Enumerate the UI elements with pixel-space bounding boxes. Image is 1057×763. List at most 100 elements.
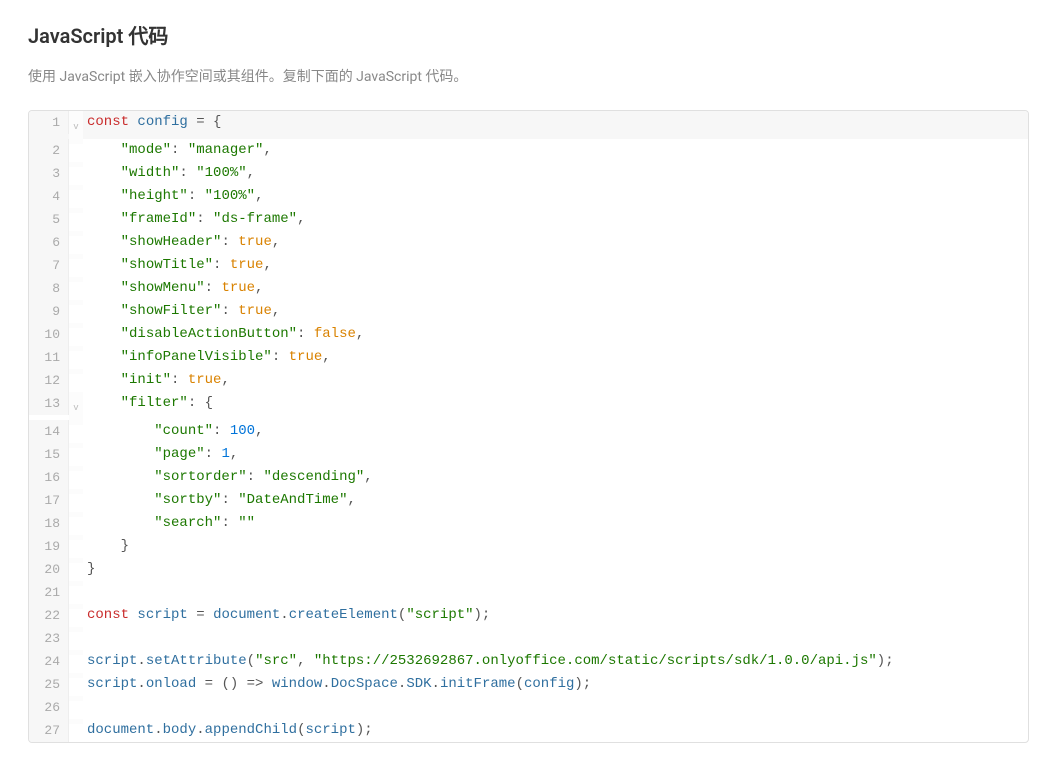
fold-marker[interactable]: v [69,392,83,420]
fold-marker [69,162,83,167]
token-str: "src" [255,653,297,669]
code-line: 27document.body.appendChild(script); [29,719,1028,742]
token-punc: , [297,211,305,227]
token-punc [87,469,154,485]
code-content: "count": 100, [83,420,1028,443]
token-punc: , [263,142,271,158]
code-content: script.onload = () => window.DocSpace.SD… [83,673,1028,696]
token-punc: : [196,211,213,227]
code-line: 18 "search": "" [29,512,1028,535]
code-content: "infoPanelVisible": true, [83,346,1028,369]
token-str: "showMenu" [121,280,205,296]
code-line: 22const script = document.createElement(… [29,604,1028,627]
token-var: body [163,722,197,738]
token-str: "manager" [188,142,264,158]
token-kw: const [87,114,129,130]
token-punc: : [297,326,314,342]
fold-marker [69,581,83,586]
code-content: } [83,558,1028,581]
code-content: script.setAttribute("src", "https://2532… [83,650,1028,673]
token-punc: , [322,349,330,365]
code-content: const script = document.createElement("s… [83,604,1028,627]
token-punc: . [432,676,440,692]
line-number: 19 [29,535,69,558]
token-str: "sortorder" [154,469,246,485]
token-str: "disableActionButton" [121,326,297,342]
code-line: 23 [29,627,1028,650]
line-number: 17 [29,489,69,512]
token-str: "descending" [263,469,364,485]
line-number: 8 [29,277,69,300]
token-punc: : [213,257,230,273]
code-content: "page": 1, [83,443,1028,466]
token-punc: . [154,722,162,738]
fold-marker [69,489,83,494]
token-punc [87,326,121,342]
code-content: "showTitle": true, [83,254,1028,277]
token-var: script [87,653,137,669]
page-description: 使用 JavaScript 嵌入协作空间或其组件。复制下面的 JavaScrip… [28,67,1029,88]
fold-marker [69,696,83,701]
fold-marker[interactable]: v [69,111,83,139]
line-number: 14 [29,420,69,443]
token-bool: true [230,257,264,273]
fold-marker [69,558,83,563]
token-str: "search" [154,515,221,531]
token-punc: , [297,653,314,669]
token-punc: ( [247,653,255,669]
token-punc: : [179,165,196,181]
fold-marker [69,300,83,305]
token-punc: , [347,492,355,508]
token-str: "sortby" [154,492,221,508]
token-punc: : [247,469,264,485]
fold-marker [69,650,83,655]
code-line: 4 "height": "100%", [29,185,1028,208]
fold-marker [69,277,83,282]
token-bool: true [221,280,255,296]
token-punc: . [137,653,145,669]
fold-marker [69,185,83,190]
line-number: 4 [29,185,69,208]
token-str: "showFilter" [121,303,222,319]
line-number: 21 [29,581,69,604]
token-punc: , [221,372,229,388]
token-func: appendChild [205,722,297,738]
token-var: onload [146,676,196,692]
code-line: 24script.setAttribute("src", "https://25… [29,650,1028,673]
token-str: "https://2532692867.onlyoffice.com/stati… [314,653,877,669]
code-line: 26 [29,696,1028,719]
fold-marker [69,346,83,351]
token-punc: ); [356,722,373,738]
code-line: 5 "frameId": "ds-frame", [29,208,1028,231]
token-func: initFrame [440,676,516,692]
code-line: 19 } [29,535,1028,558]
code-content: "mode": "manager", [83,139,1028,162]
token-num: 1 [221,446,229,462]
token-punc: , [255,188,263,204]
code-content: "frameId": "ds-frame", [83,208,1028,231]
token-punc [87,395,121,411]
token-func: setAttribute [146,653,247,669]
line-number: 18 [29,512,69,535]
token-punc: , [230,446,238,462]
line-number: 20 [29,558,69,581]
token-punc: : [221,303,238,319]
line-number: 1 [29,111,69,134]
token-punc: } [87,561,95,577]
code-block[interactable]: 1vconst config = {2 "mode": "manager",3 … [28,110,1029,743]
token-str: "showHeader" [121,234,222,250]
token-str: "script" [406,607,473,623]
token-punc: , [247,165,255,181]
line-number: 16 [29,466,69,489]
token-punc: , [263,257,271,273]
token-str: "DateAndTime" [238,492,347,508]
token-punc: : [188,188,205,204]
code-line: 9 "showFilter": true, [29,300,1028,323]
token-str: "page" [154,446,204,462]
code-content: "sortby": "DateAndTime", [83,489,1028,512]
token-str: "showTitle" [121,257,213,273]
fold-marker [69,512,83,517]
token-str: "ds-frame" [213,211,297,227]
token-var: script [137,607,187,623]
token-punc: = [188,607,213,623]
